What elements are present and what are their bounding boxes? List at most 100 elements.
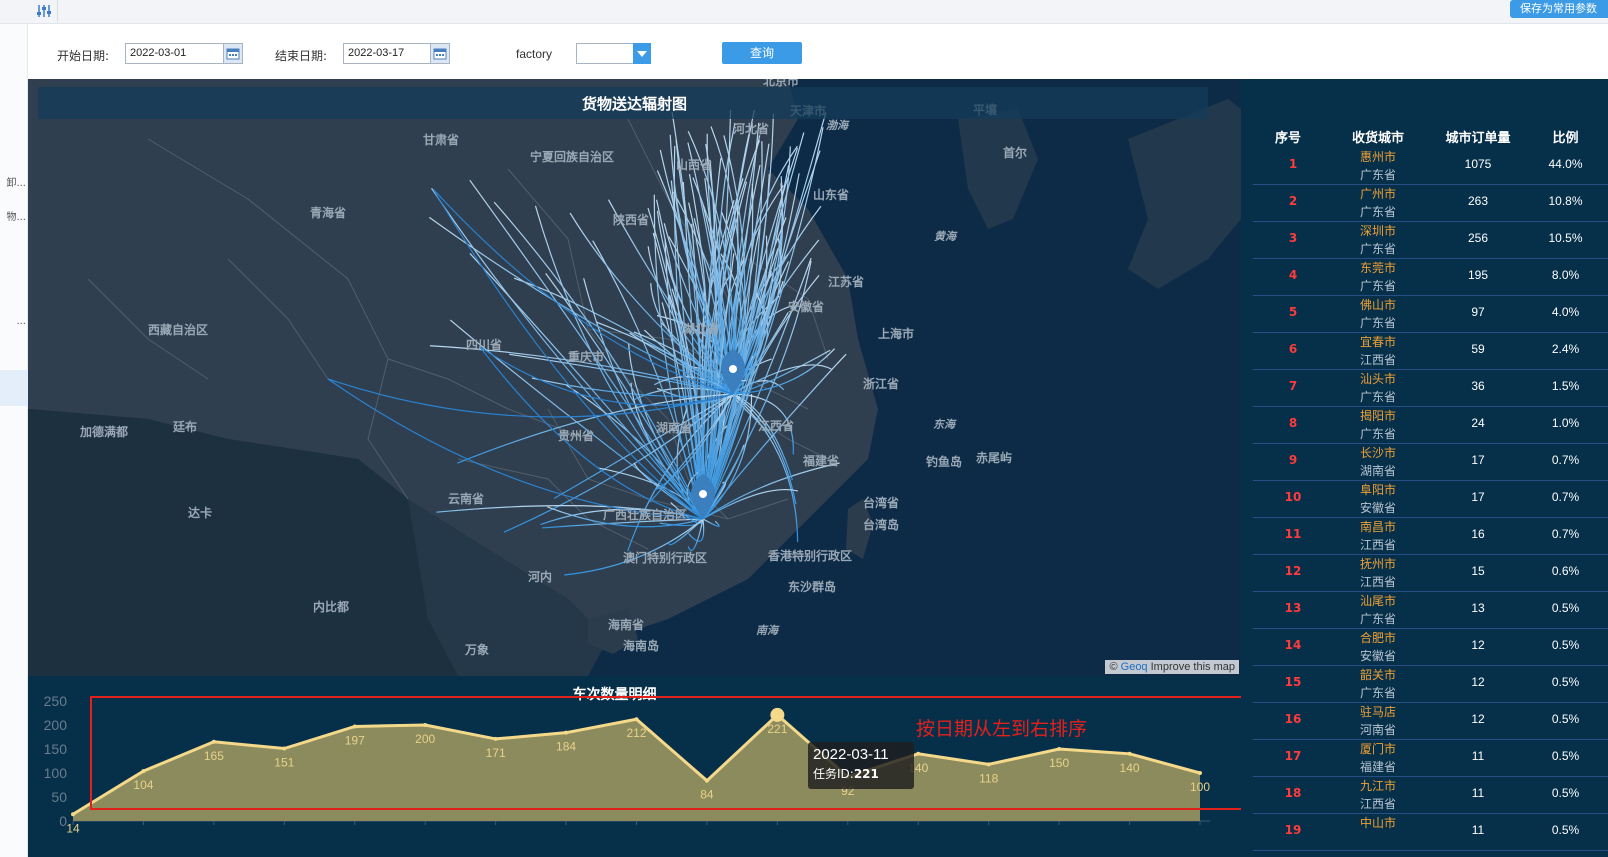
sidebar-item[interactable]: ... [0,316,28,330]
improve-map-link[interactable]: Improve this map [1151,661,1235,673]
map-label: 钓鱼岛 [926,454,962,469]
row-ratio: 2.4% [1551,342,1580,356]
row-ratio: 0.5% [1551,749,1580,763]
query-button[interactable]: 查询 [722,42,802,64]
row-index: 7 [1288,379,1298,393]
map-label: 浙江省 [863,376,899,391]
row-province: 安徽省 [1359,649,1396,663]
map-label: 河内 [527,569,552,584]
sidebar-item[interactable]: 卸... [0,174,28,188]
row-province: 福建省 [1359,760,1396,774]
calendar-icon[interactable] [430,43,450,64]
sidebar-item[interactable]: 物... [0,208,28,222]
sidebar-item-active[interactable] [0,370,28,406]
row-ratio: 0.5% [1551,823,1580,837]
row-count: 59 [1471,342,1485,356]
end-date-field[interactable]: 2022-03-17 [343,43,450,64]
row-count: 256 [1467,231,1489,245]
table-row[interactable]: 6 宜春市 江西省 59 2.4% [1253,332,1608,370]
row-index: 3 [1288,231,1298,245]
map-label: 广西壮族自治区 [603,507,687,522]
y-tick-label: 150 [44,741,68,757]
row-count: 17 [1471,490,1485,504]
start-date-value: 2022-03-01 [130,47,187,59]
row-count: 12 [1471,638,1485,652]
table-row[interactable]: 5 佛山市 广东省 97 4.0% [1253,295,1608,333]
table-row[interactable]: 17 厦门市 福建省 11 0.5% [1253,739,1608,777]
start-date-field[interactable]: 2022-03-01 [125,43,243,64]
start-date-label: 开始日期: [57,49,110,63]
data-point[interactable] [71,812,75,817]
row-index: 10 [1284,490,1302,504]
row-index: 14 [1284,638,1302,652]
table-row[interactable]: 10 阜阳市安徽省 17 0.7% [1253,480,1608,518]
row-province: 广东省 [1359,686,1396,700]
row-index: 15 [1284,675,1302,689]
row-city: 南昌市 [1359,520,1396,534]
table-row[interactable]: 2 广州市 广东省 263 10.8% [1253,184,1608,222]
row-index: 4 [1288,268,1298,282]
table-row[interactable]: 3 深圳市 广东省 256 10.5% [1253,221,1608,259]
save-params-button[interactable]: 保存为常用参数 [1510,0,1608,18]
row-province: 广东省 [1359,279,1396,293]
table-row[interactable]: 19 中山市 11 0.5% [1253,813,1608,851]
table-row[interactable]: 4 东莞市 广东省 195 8.0% [1253,258,1608,296]
y-tick-label: 50 [51,789,67,805]
table-row[interactable]: 18 九江市 江西省 11 0.5% [1253,776,1608,814]
table-row[interactable]: 8 揭阳市 广东省 24 1.0% [1253,406,1608,444]
table-row[interactable]: 9 长沙市 湖南省 17 0.7% [1253,443,1608,481]
row-count: 12 [1471,712,1485,726]
row-city: 汕头市 [1359,372,1396,386]
row-count: 11 [1471,823,1485,837]
row-city: 韶关市 [1359,668,1396,682]
table-row[interactable]: 12 抚州市 江西省 15 0.6% [1253,554,1608,592]
table-row[interactable]: 7 汕头市 广东省 36 1.5% [1253,369,1608,407]
row-ratio: 0.5% [1551,675,1580,689]
geoq-link[interactable]: Geoq [1121,661,1148,673]
row-index: 6 [1288,342,1298,356]
city-ranking-table: 序号 收货城市 城市订单量 比例 1 惠州市 广东省 1075 44.0% 2 广州市 广东省… [1241,79,1608,857]
row-city: 厦门市 [1359,742,1396,756]
row-index: 8 [1288,416,1298,430]
row-count: 263 [1467,194,1489,208]
row-ratio: 0.7% [1551,490,1580,504]
map-label: 海南岛 [623,638,659,653]
factory-select[interactable] [576,43,651,64]
row-city: 阜阳市 [1359,483,1396,497]
row-city: 深圳市 [1359,224,1396,238]
map-label: 台湾省 [863,495,899,510]
row-ratio: 0.5% [1551,712,1580,726]
row-index: 12 [1284,564,1302,578]
row-province: 广东省 [1359,612,1396,626]
row-index: 19 [1284,823,1302,837]
row-ratio: 0.7% [1551,453,1580,467]
row-ratio: 10.8% [1548,194,1583,208]
row-ratio: 1.0% [1551,416,1580,430]
table-row[interactable]: 16 驻马店 河南省 12 0.5% [1253,702,1608,740]
map-label: 内比都 [313,599,349,614]
radiation-map[interactable]: 北京市天津市河北省甘肃省宁夏回族自治区山西省山东省青海省陕西省首尔平壤西藏自治区… [28,79,1241,676]
table-row[interactable]: 14 合肥市 安徽省 12 0.5% [1253,628,1608,666]
row-count: 1075 [1464,157,1492,171]
calendar-icon[interactable] [223,43,243,64]
tooltip-value: 221 [853,767,879,781]
app-root: 保存为常用参数 卸... 物... ... 开始日期: 2022-03-01 结… [0,0,1608,857]
map-label: 四川省 [466,337,502,352]
row-index: 18 [1284,786,1302,800]
table-row[interactable]: 15 韶关市 广东省 12 0.5% [1253,665,1608,703]
row-city: 九江市 [1359,779,1396,793]
table-row[interactable]: 1 惠州市 广东省 1075 44.0% [1253,147,1608,185]
row-index: 5 [1288,305,1298,319]
table-row[interactable]: 11 南昌市 江西省 16 0.7% [1253,517,1608,555]
row-province: 安徽省 [1359,501,1396,515]
map-label: 河北省 [732,121,769,136]
row-count: 11 [1471,786,1485,800]
row-index: 9 [1288,453,1298,467]
row-count: 16 [1471,527,1485,541]
filter-settings-button[interactable] [30,0,58,22]
map-canvas[interactable]: 北京市天津市河北省甘肃省宁夏回族自治区山西省山东省青海省陕西省首尔平壤西藏自治区… [28,79,1241,676]
table-row[interactable]: 13 汕尾市 广东省 13 0.5% [1253,591,1608,629]
map-label: 东沙群岛 [788,579,836,594]
chevron-down-icon[interactable] [633,43,651,64]
row-city: 佛山市 [1359,298,1396,312]
